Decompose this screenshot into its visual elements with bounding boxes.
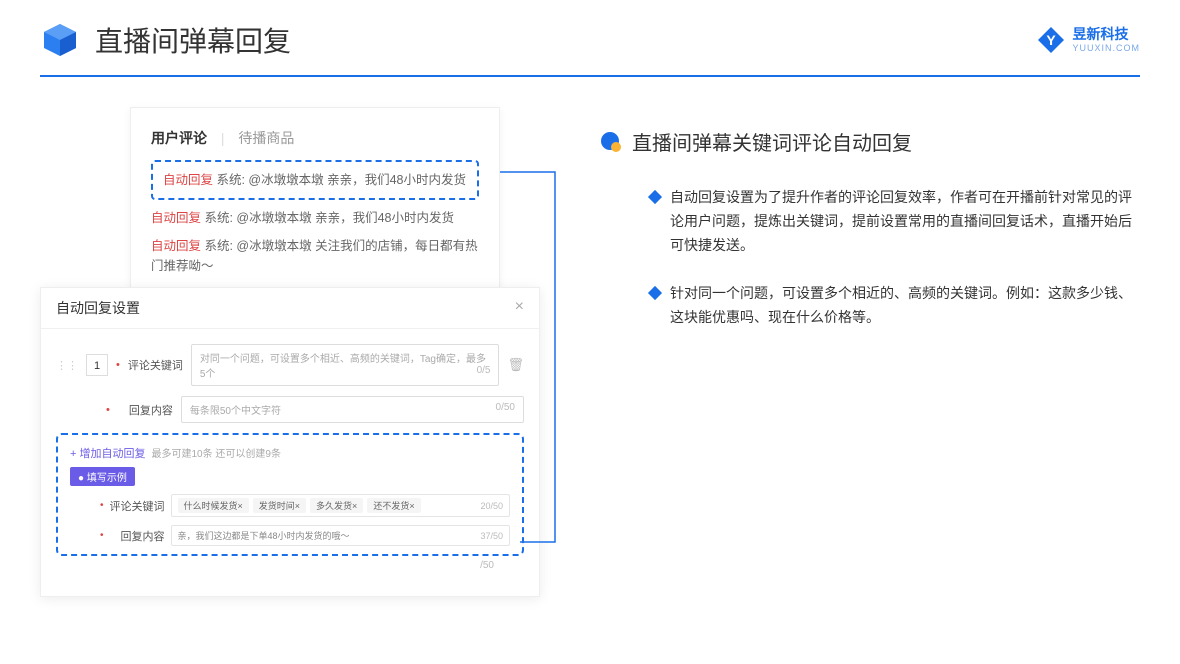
brand-sub: YUUXIN.COM [1072,43,1140,53]
order-number: 1 [86,354,108,376]
section-title: 直播间弹幕关键词评论自动回复 [632,127,912,156]
required-dot: • [116,359,120,371]
comment-row: 自动回复 系统: @冰墩墩本墩 关注我们的店铺，每日都有热门推荐呦～ [151,236,479,276]
tab-products[interactable]: 待播商品 [238,130,294,146]
diamond-icon [648,190,662,204]
content-label: 回复内容 [118,402,173,418]
tag-chip[interactable]: 多久发货× [310,498,363,513]
required-dot: • [106,404,110,416]
settings-card: 自动回复设置 × ⋮⋮ 1 • 评论关键词 对同一个问题，可设置多个相近、高频的… [40,287,540,597]
comment-row: 自动回复 系统: @冰墩墩本墩 亲亲，我们48小时内发货 [151,208,479,228]
keyword-input[interactable]: 对同一个问题，可设置多个相近、高频的关键词，Tag确定，最多5个0/5 [191,344,500,386]
add-note: 最多可建10条 还可以创建9条 [151,449,280,460]
bullet-item: 自动回复设置为了提升作者的评论回复效率，作者可在开播前针对常见的评论用户问题，提… [600,186,1140,257]
comment-text: 系统: @冰墩墩本墩 亲亲，我们48小时内发货 [213,173,466,187]
add-reply-link[interactable]: + 增加自动回复 [70,448,145,460]
example-content-input[interactable]: 亲，我们这边都是下单48小时内发货的哦～ 37/50 [171,525,510,546]
bubble-icon [600,131,622,153]
bullet-item: 针对同一个问题，可设置多个相近的、高频的关键词。例如：这款多少钱、这块能优惠吗、… [600,282,1140,330]
tab-comments[interactable]: 用户评论 [151,130,207,146]
example-badge: ● 填写示例 [70,467,135,486]
example-box: + 增加自动回复最多可建10条 还可以创建9条 ● 填写示例 • 评论关键词 什… [56,433,524,556]
keyword-label: 评论关键词 [128,357,183,373]
drag-handle-icon[interactable]: ⋮⋮ [56,359,78,372]
cube-icon [40,20,80,60]
diamond-icon [648,286,662,300]
outer-count: /50 [56,560,524,571]
content-input[interactable]: 每条限50个中文字符0/50 [181,396,524,423]
bullet-text: 自动回复设置为了提升作者的评论回复效率，作者可在开播前针对常见的评论用户问题，提… [670,186,1140,257]
auto-reply-tag: 自动回复 [163,173,213,187]
bullet-text: 针对同一个问题，可设置多个相近的、高频的关键词。例如：这款多少钱、这块能优惠吗、… [670,282,1140,330]
settings-title: 自动回复设置 [56,298,140,318]
tab-divider: | [221,130,225,146]
tag-chip[interactable]: 发货时间× [253,498,306,513]
page-title: 直播间弹幕回复 [95,20,291,60]
tag-chip[interactable]: 还不发货× [367,498,420,513]
brand-icon: Y [1036,25,1066,55]
brand-logo: Y 昱新科技 YUUXIN.COM [1036,25,1140,55]
svg-text:Y: Y [1047,32,1057,48]
example-kw-label: 评论关键词 [110,498,165,514]
highlighted-comment: 自动回复 系统: @冰墩墩本墩 亲亲，我们48小时内发货 [151,160,479,200]
comments-card: 用户评论 | 待播商品 自动回复 系统: @冰墩墩本墩 亲亲，我们48小时内发货… [130,107,500,297]
example-kw-input[interactable]: 什么时候发货× 发货时间× 多久发货× 还不发货× 20/50 [171,494,510,517]
example-content-label: 回复内容 [110,528,165,544]
tag-chip[interactable]: 什么时候发货× [178,498,249,513]
brand-name: 昱新科技 [1072,27,1140,42]
close-icon[interactable]: × [515,298,524,318]
trash-icon[interactable]: 🗑 [507,357,524,373]
